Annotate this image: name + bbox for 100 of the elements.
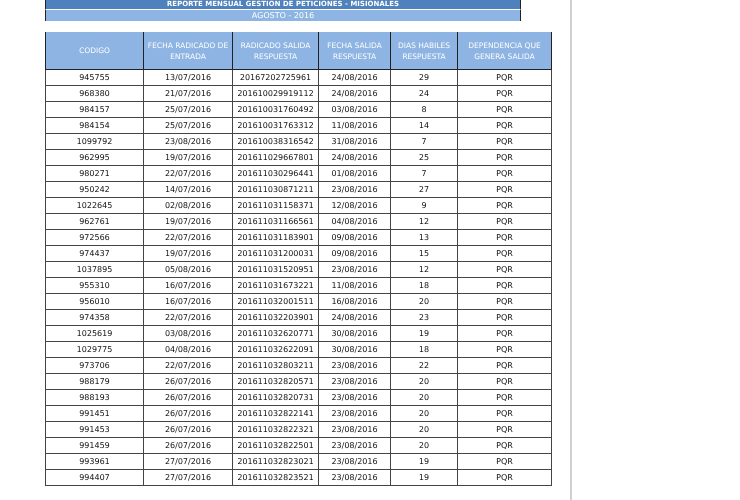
table-cell: 1099792 bbox=[46, 134, 144, 150]
table-cell: 201611032203901 bbox=[232, 310, 318, 326]
table-cell: 26/07/2016 bbox=[144, 422, 232, 438]
table-cell: 27/07/2016 bbox=[144, 454, 232, 470]
table-cell: 1029775 bbox=[46, 342, 144, 358]
table-cell: 20 bbox=[390, 422, 458, 438]
table-cell: 14/07/2016 bbox=[144, 182, 232, 198]
table-cell: PQR bbox=[458, 246, 552, 262]
table-cell: 201610029919112 bbox=[232, 86, 318, 102]
table-cell: 12/08/2016 bbox=[318, 198, 390, 214]
table-cell: 980271 bbox=[46, 166, 144, 182]
table-cell: PQR bbox=[458, 86, 552, 102]
table-cell: PQR bbox=[458, 150, 552, 166]
table-cell: 201611032822321 bbox=[232, 422, 318, 438]
table-cell: 13 bbox=[390, 230, 458, 246]
table-cell: 19/07/2016 bbox=[144, 214, 232, 230]
table-cell: 30/08/2016 bbox=[318, 342, 390, 358]
table-cell: 972566 bbox=[46, 230, 144, 246]
table-cell: 19/07/2016 bbox=[144, 246, 232, 262]
table-cell: 201611031200031 bbox=[232, 246, 318, 262]
table-cell: 19/07/2016 bbox=[144, 150, 232, 166]
table-cell: 1025619 bbox=[46, 326, 144, 342]
table-cell: 23/08/2016 bbox=[318, 438, 390, 454]
table-cell: 201611032820731 bbox=[232, 390, 318, 406]
table-cell: 201610031760492 bbox=[232, 102, 318, 118]
table-cell: 22/07/2016 bbox=[144, 358, 232, 374]
table-cell: 05/08/2016 bbox=[144, 262, 232, 278]
table-cell: 25/07/2016 bbox=[144, 102, 232, 118]
table-cell: 04/08/2016 bbox=[144, 342, 232, 358]
table-cell: 201611031158371 bbox=[232, 198, 318, 214]
table-cell: 988179 bbox=[46, 374, 144, 390]
table-cell: 27 bbox=[390, 182, 458, 198]
table-cell: 201611030296441 bbox=[232, 166, 318, 182]
table-cell: 201610038316542 bbox=[232, 134, 318, 150]
table-cell: 26/07/2016 bbox=[144, 438, 232, 454]
table-cell: PQR bbox=[458, 102, 552, 118]
table-cell: 20 bbox=[390, 374, 458, 390]
table-cell: PQR bbox=[458, 230, 552, 246]
table-cell: 31/08/2016 bbox=[318, 134, 390, 150]
table-cell: 13/07/2016 bbox=[144, 70, 232, 86]
table-cell: PQR bbox=[458, 358, 552, 374]
table-cell: 23/08/2016 bbox=[318, 182, 390, 198]
table-cell: 991453 bbox=[46, 422, 144, 438]
table-cell: PQR bbox=[458, 182, 552, 198]
table-cell: 02/08/2016 bbox=[144, 198, 232, 214]
table-cell: 201611032823521 bbox=[232, 470, 318, 486]
table-cell: 7 bbox=[390, 166, 458, 182]
table-cell: PQR bbox=[458, 70, 552, 86]
table-cell: 7 bbox=[390, 134, 458, 150]
table-cell: 19 bbox=[390, 454, 458, 470]
table-cell: 23/08/2016 bbox=[318, 358, 390, 374]
table-cell: 09/08/2016 bbox=[318, 246, 390, 262]
table-cell: 201611032803211 bbox=[232, 358, 318, 374]
table-cell: PQR bbox=[458, 214, 552, 230]
table-cell: 201611032822141 bbox=[232, 406, 318, 422]
table-cell: 04/08/2016 bbox=[318, 214, 390, 230]
table-cell: 14 bbox=[390, 118, 458, 134]
table-cell: 23/08/2016 bbox=[318, 422, 390, 438]
table-cell: 16/08/2016 bbox=[318, 294, 390, 310]
table-cell: 23/08/2016 bbox=[144, 134, 232, 150]
table-cell: 24/08/2016 bbox=[318, 150, 390, 166]
table-cell: 201611032620771 bbox=[232, 326, 318, 342]
table-cell: 973706 bbox=[46, 358, 144, 374]
table-cell: 201611032001511 bbox=[232, 294, 318, 310]
table-cell: 11/08/2016 bbox=[318, 118, 390, 134]
table-cell: 984157 bbox=[46, 102, 144, 118]
table-cell: 26/07/2016 bbox=[144, 406, 232, 422]
table-cell: 26/07/2016 bbox=[144, 374, 232, 390]
table-cell: 22/07/2016 bbox=[144, 230, 232, 246]
table-cell: 950242 bbox=[46, 182, 144, 198]
table-cell: PQR bbox=[458, 390, 552, 406]
table-cell: 993961 bbox=[46, 454, 144, 470]
table-cell: 201611029667801 bbox=[232, 150, 318, 166]
table-cell: 27/07/2016 bbox=[144, 470, 232, 486]
report-period: AGOSTO - 2016 bbox=[45, 9, 521, 21]
table-cell: 201611031520951 bbox=[232, 262, 318, 278]
table-cell: 24/08/2016 bbox=[318, 310, 390, 326]
table-cell: 991459 bbox=[46, 438, 144, 454]
table-cell: 1022645 bbox=[46, 198, 144, 214]
table-cell: 201611032820571 bbox=[232, 374, 318, 390]
table-cell: 24/08/2016 bbox=[318, 70, 390, 86]
table-cell: 974437 bbox=[46, 246, 144, 262]
table-cell: 201610031763312 bbox=[232, 118, 318, 134]
table-cell: 23/08/2016 bbox=[318, 262, 390, 278]
table-cell: 201611032823021 bbox=[232, 454, 318, 470]
table-cell: 26/07/2016 bbox=[144, 390, 232, 406]
table-cell: 201611032822501 bbox=[232, 438, 318, 454]
table-cell: 955310 bbox=[46, 278, 144, 294]
table-cell: 22/07/2016 bbox=[144, 310, 232, 326]
table-cell: 945755 bbox=[46, 70, 144, 86]
table-cell: 25 bbox=[390, 150, 458, 166]
table-cell: 8 bbox=[390, 102, 458, 118]
table-cell: PQR bbox=[458, 406, 552, 422]
table-cell: 24/08/2016 bbox=[318, 86, 390, 102]
table-cell: 201611031673221 bbox=[232, 278, 318, 294]
table-cell: 20 bbox=[390, 406, 458, 422]
table-cell: PQR bbox=[458, 294, 552, 310]
table-cell: 01/08/2016 bbox=[318, 166, 390, 182]
table-cell: 11/08/2016 bbox=[318, 278, 390, 294]
table-cell: PQR bbox=[458, 454, 552, 470]
